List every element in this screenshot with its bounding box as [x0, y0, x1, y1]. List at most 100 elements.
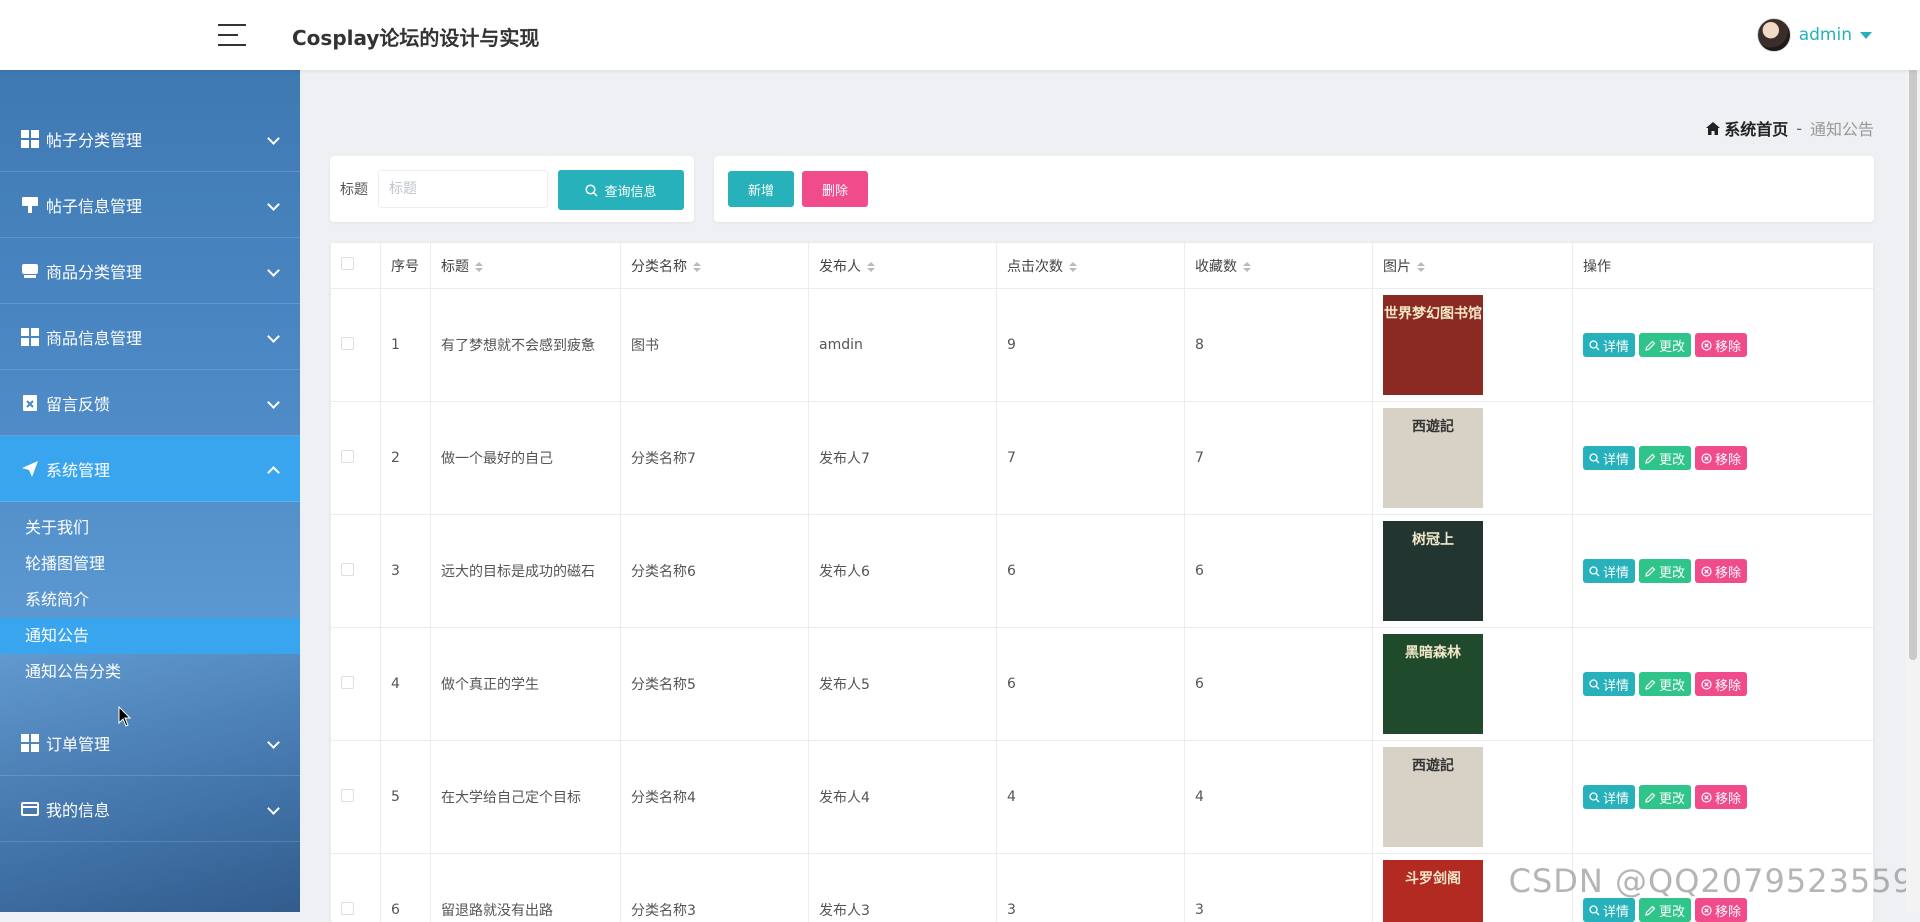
- table-body: 1有了梦想就不会感到疲惫图书amdin98世界梦幻图书馆详情更改移除2做一个最好…: [331, 289, 1874, 922]
- search-icon: [1589, 453, 1600, 464]
- detail-button[interactable]: 详情: [1583, 672, 1635, 696]
- cell-category: 图书: [621, 289, 809, 402]
- system-submenu: 关于我们 轮播图管理 系统简介 通知公告 通知公告分类: [0, 510, 300, 690]
- cell-title: 远大的目标是成功的磁石: [431, 515, 621, 628]
- breadcrumb-home[interactable]: 系统首页: [1706, 116, 1788, 140]
- remove-button[interactable]: 移除: [1695, 898, 1747, 922]
- cup-icon: [20, 195, 40, 215]
- row-checkbox[interactable]: [341, 902, 354, 915]
- search-label: 标题: [340, 179, 368, 199]
- sidebar-item-feedback[interactable]: 留言反馈: [0, 370, 300, 436]
- breadcrumb-home-label[interactable]: 系统首页: [1724, 116, 1788, 140]
- sort-icon[interactable]: [693, 262, 701, 272]
- col-header-category[interactable]: 分类名称: [621, 243, 809, 289]
- delete-button[interactable]: 删除: [802, 171, 868, 207]
- col-header-title[interactable]: 标题: [431, 243, 621, 289]
- breadcrumb: 系统首页 - 通知公告: [1706, 116, 1874, 140]
- cover-title: 树冠上: [1383, 529, 1483, 549]
- col-header-publisher[interactable]: 发布人: [809, 243, 997, 289]
- sort-icon[interactable]: [475, 262, 483, 272]
- edit-button[interactable]: 更改: [1639, 333, 1691, 357]
- submenu-about[interactable]: 关于我们: [0, 510, 300, 546]
- col-header-image[interactable]: 图片: [1373, 243, 1573, 289]
- submenu-intro[interactable]: 系统简介: [0, 582, 300, 618]
- scrollbar-thumb[interactable]: [1909, 0, 1917, 660]
- detail-label: 详情: [1603, 788, 1629, 807]
- cell-no: 3: [381, 515, 431, 628]
- remove-button[interactable]: 移除: [1695, 333, 1747, 357]
- sort-icon[interactable]: [1417, 262, 1425, 272]
- row-checkbox[interactable]: [341, 337, 354, 350]
- detail-button[interactable]: 详情: [1583, 559, 1635, 583]
- sidebar-item-goods-category[interactable]: 商品分类管理: [0, 238, 300, 304]
- cell-clicks: 4: [997, 741, 1185, 854]
- submenu-notice-category[interactable]: 通知公告分类: [0, 654, 300, 690]
- detail-button[interactable]: 详情: [1583, 785, 1635, 809]
- remove-button[interactable]: 移除: [1695, 559, 1747, 583]
- menu-toggle-icon[interactable]: [218, 24, 246, 46]
- user-name[interactable]: admin: [1799, 25, 1852, 45]
- detail-button[interactable]: 详情: [1583, 446, 1635, 470]
- remove-button[interactable]: 移除: [1695, 672, 1747, 696]
- row-checkbox[interactable]: [341, 450, 354, 463]
- sort-icon[interactable]: [867, 262, 875, 272]
- edit-label: 更改: [1659, 562, 1685, 581]
- edit-button[interactable]: 更改: [1639, 785, 1691, 809]
- sidebar-item-orders[interactable]: 订单管理: [0, 710, 300, 776]
- sidebar-item-label: 留言反馈: [46, 391, 110, 415]
- notice-table: 序号 标题 分类名称 发布人 点击次数 收藏数 图片 操作 1有了梦想就不会感到…: [330, 242, 1874, 922]
- cover-title: 西遊記: [1383, 755, 1483, 775]
- caret-down-icon[interactable]: [1860, 32, 1872, 39]
- remove-button[interactable]: 移除: [1695, 785, 1747, 809]
- title-search-input[interactable]: [378, 170, 548, 208]
- edit-button[interactable]: 更改: [1639, 672, 1691, 696]
- cell-clicks: 7: [997, 402, 1185, 515]
- sidebar-item-system[interactable]: 系统管理: [0, 436, 300, 502]
- submenu-notice[interactable]: 通知公告: [0, 618, 300, 654]
- page-scrollbar[interactable]: [1906, 0, 1920, 912]
- cell-no: 4: [381, 628, 431, 741]
- sort-icon[interactable]: [1243, 262, 1251, 272]
- paper-plane-icon: [20, 459, 40, 479]
- sidebar-item-post-category[interactable]: 帖子分类管理: [0, 106, 300, 172]
- row-checkbox[interactable]: [341, 563, 354, 576]
- remove-label: 移除: [1715, 336, 1741, 355]
- user-menu[interactable]: admin: [1757, 17, 1872, 53]
- row-checkbox[interactable]: [341, 676, 354, 689]
- close-circle-icon: [1701, 905, 1712, 916]
- table-row: 3远大的目标是成功的磁石分类名称6发布人666树冠上详情更改移除: [331, 515, 1874, 628]
- detail-button[interactable]: 详情: [1583, 333, 1635, 357]
- cover-thumbnail: 世界梦幻图书馆: [1383, 295, 1483, 395]
- row-checkbox[interactable]: [341, 789, 354, 802]
- edit-button[interactable]: 更改: [1639, 446, 1691, 470]
- table-row: 1有了梦想就不会感到疲惫图书amdin98世界梦幻图书馆详情更改移除: [331, 289, 1874, 402]
- detail-button[interactable]: 详情: [1583, 898, 1635, 922]
- sidebar-item-goods-info[interactable]: 商品信息管理: [0, 304, 300, 370]
- detail-label: 详情: [1603, 675, 1629, 694]
- cell-title: 做一个最好的自己: [431, 402, 621, 515]
- table-row: 5在大学给自己定个目标分类名称4发布人444西遊記详情更改移除: [331, 741, 1874, 854]
- sort-icon[interactable]: [1069, 262, 1077, 272]
- edit-button[interactable]: 更改: [1639, 559, 1691, 583]
- chevron-down-icon: [267, 330, 280, 343]
- cell-title: 有了梦想就不会感到疲惫: [431, 289, 621, 402]
- chevron-down-icon: [267, 132, 280, 145]
- sidebar-item-label: 商品分类管理: [46, 259, 142, 283]
- row-select-cell: [331, 628, 381, 741]
- add-button[interactable]: 新增: [728, 171, 794, 207]
- cell-clicks: 9: [997, 289, 1185, 402]
- table-row: 4做个真正的学生分类名称5发布人566黑暗森林详情更改移除: [331, 628, 1874, 741]
- remove-button[interactable]: 移除: [1695, 446, 1747, 470]
- col-header-clicks[interactable]: 点击次数: [997, 243, 1185, 289]
- close-circle-icon: [1701, 566, 1712, 577]
- sidebar-item-my-info[interactable]: 我的信息: [0, 776, 300, 842]
- close-circle-icon: [1701, 340, 1712, 351]
- sidebar-item-label: 帖子信息管理: [46, 193, 142, 217]
- edit-button[interactable]: 更改: [1639, 898, 1691, 922]
- col-header-favorites[interactable]: 收藏数: [1185, 243, 1373, 289]
- sidebar-item-post-info[interactable]: 帖子信息管理: [0, 172, 300, 238]
- query-button[interactable]: 查询信息: [558, 170, 684, 210]
- submenu-carousel[interactable]: 轮播图管理: [0, 546, 300, 582]
- select-all-checkbox[interactable]: [341, 257, 354, 270]
- avatar[interactable]: [1757, 18, 1791, 52]
